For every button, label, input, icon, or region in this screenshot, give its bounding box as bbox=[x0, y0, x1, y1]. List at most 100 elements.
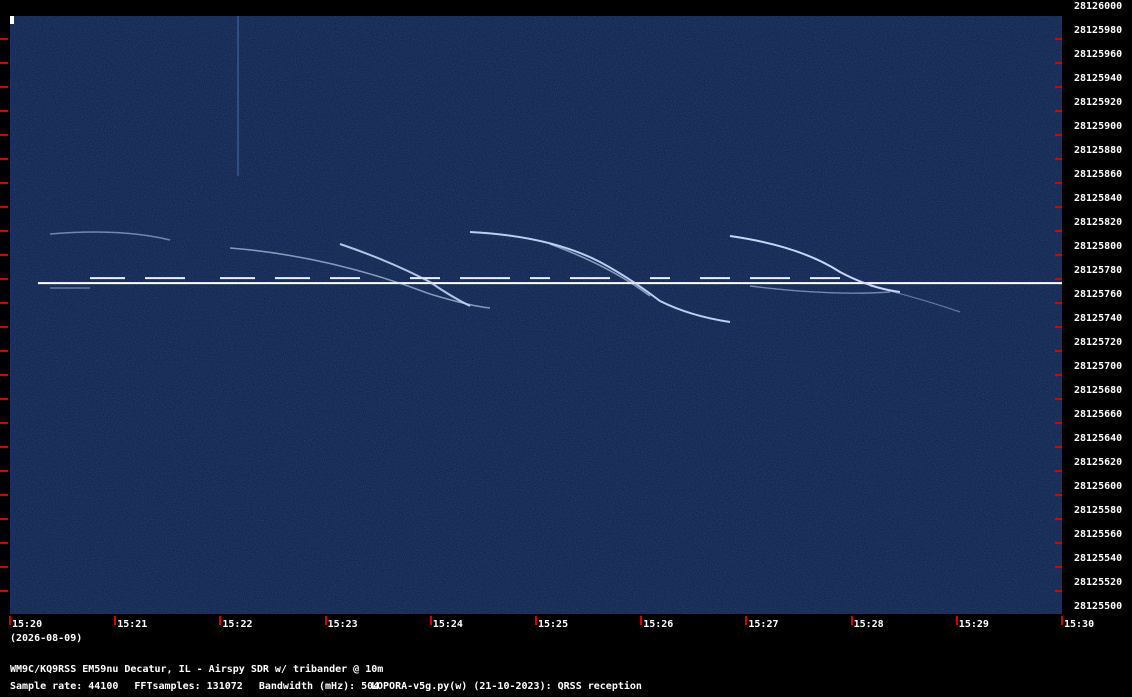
time-tick-label: 15:26 bbox=[643, 619, 674, 630]
time-tick-label: 15:29 bbox=[958, 619, 989, 630]
freq-tick-right bbox=[1055, 230, 1062, 232]
freq-tick-left bbox=[0, 566, 8, 568]
freq-tick-left bbox=[0, 254, 8, 256]
time-tick-label: 15:25 bbox=[538, 619, 569, 630]
freq-tick-left bbox=[0, 206, 8, 208]
freq-tick-left bbox=[0, 446, 8, 448]
freq-tick-right bbox=[1055, 38, 1062, 40]
freq-tick-left bbox=[0, 374, 8, 376]
time-tick bbox=[324, 616, 327, 625]
freq-tick-label: 28125540 bbox=[1074, 553, 1123, 564]
time-tick-label: 15:30 bbox=[1064, 619, 1095, 630]
freq-tick-label: 28125720 bbox=[1074, 337, 1123, 348]
freq-tick-label: 28125740 bbox=[1074, 313, 1123, 324]
time-tick bbox=[745, 616, 748, 625]
freq-tick-right bbox=[1055, 374, 1062, 376]
freq-tick-label: 28125660 bbox=[1074, 409, 1123, 420]
freq-tick-left bbox=[0, 182, 8, 184]
freq-tick-label: 28125760 bbox=[1074, 289, 1123, 300]
fft-samples: FFTsamples: 131072 bbox=[134, 681, 243, 692]
freq-tick-label: 28125920 bbox=[1074, 97, 1123, 108]
freq-tick-right bbox=[1055, 422, 1062, 424]
corner-marker bbox=[10, 16, 14, 24]
freq-tick-label: 28125600 bbox=[1074, 481, 1123, 492]
date-label: (2026-08-09) bbox=[10, 633, 83, 644]
freq-tick-right bbox=[1055, 278, 1062, 280]
freq-tick-label: 28125900 bbox=[1074, 121, 1123, 132]
time-tick bbox=[535, 616, 537, 625]
freq-tick-left bbox=[0, 302, 8, 304]
freq-tick-right bbox=[1055, 446, 1062, 448]
receiver-settings: Sample rate: 44100 FFTsamples: 131072 Ba… bbox=[10, 681, 642, 692]
freq-tick-label: 28125680 bbox=[1074, 385, 1123, 396]
freq-tick-label: 28125980 bbox=[1074, 25, 1123, 36]
freq-tick-label: 28125500 bbox=[1074, 601, 1123, 612]
freq-tick-left bbox=[0, 326, 8, 328]
freq-tick-right bbox=[1055, 518, 1062, 520]
freq-tick-right bbox=[1055, 590, 1062, 592]
freq-tick-right bbox=[1055, 134, 1062, 136]
freq-tick-left bbox=[0, 278, 8, 280]
freq-tick-right bbox=[1055, 566, 1062, 568]
freq-tick-label: 28125780 bbox=[1074, 265, 1123, 276]
time-tick-label: 15:23 bbox=[327, 619, 358, 630]
time-tick-label: 15:20 bbox=[12, 619, 43, 630]
freq-tick-label: 28125560 bbox=[1074, 529, 1123, 540]
noise-texture bbox=[10, 16, 1062, 614]
freq-tick-left bbox=[0, 230, 8, 232]
time-tick-label: 15:27 bbox=[748, 619, 779, 630]
freq-tick-right bbox=[1055, 182, 1062, 184]
freq-tick-right bbox=[1055, 86, 1062, 88]
freq-tick-left bbox=[0, 62, 8, 64]
freq-tick-label: 28125940 bbox=[1074, 73, 1123, 84]
freq-tick-label: 28125880 bbox=[1074, 145, 1123, 156]
time-tick bbox=[1061, 616, 1063, 625]
freq-tick-left bbox=[0, 590, 8, 592]
freq-tick-label: 28125520 bbox=[1074, 577, 1123, 588]
freq-tick-label: 28125580 bbox=[1074, 505, 1123, 516]
station-info: WM9C/KQ9RSS EM59nu Decatur, IL - Airspy … bbox=[10, 664, 384, 675]
freq-tick-left bbox=[0, 422, 8, 424]
time-tick bbox=[219, 616, 222, 625]
freq-tick-label: 28125620 bbox=[1074, 457, 1123, 468]
spectrogram-plot bbox=[10, 16, 1062, 614]
freq-tick-right bbox=[1055, 350, 1062, 352]
freq-tick-left bbox=[0, 398, 8, 400]
waterfall-spectrogram bbox=[10, 16, 1062, 614]
freq-tick-right bbox=[1055, 542, 1062, 544]
freq-tick-right bbox=[1055, 494, 1062, 496]
freq-tick-right bbox=[1055, 110, 1062, 112]
freq-tick-right bbox=[1055, 254, 1062, 256]
time-tick-label: 15:22 bbox=[222, 619, 253, 630]
time-tick bbox=[9, 616, 11, 625]
freq-tick-label: 28126000 bbox=[1074, 1, 1123, 12]
freq-tick-right bbox=[1055, 326, 1062, 328]
freq-tick-right bbox=[1055, 470, 1062, 472]
freq-tick-label: 28125640 bbox=[1074, 433, 1123, 444]
freq-tick-left bbox=[0, 518, 8, 520]
sample-rate: Sample rate: 44100 bbox=[10, 681, 119, 692]
time-tick bbox=[850, 616, 853, 625]
time-tick bbox=[955, 616, 958, 625]
freq-tick-left bbox=[0, 134, 8, 136]
time-tick-label: 15:21 bbox=[117, 619, 148, 630]
freq-tick-left bbox=[0, 494, 8, 496]
freq-tick-left bbox=[0, 158, 8, 160]
freq-tick-label: 28125800 bbox=[1074, 241, 1123, 252]
time-tick bbox=[640, 616, 643, 625]
freq-tick-left bbox=[0, 86, 8, 88]
software-version: LOPORA-v5g.py(w) (21-10-2023): QRSS rece… bbox=[371, 681, 642, 692]
freq-tick-left bbox=[0, 350, 8, 352]
freq-tick-right bbox=[1055, 158, 1062, 160]
freq-tick-left bbox=[0, 542, 8, 544]
freq-tick-left bbox=[0, 110, 8, 112]
freq-tick-left bbox=[0, 38, 8, 40]
freq-tick-right bbox=[1055, 302, 1062, 304]
freq-tick-label: 28125860 bbox=[1074, 169, 1123, 180]
time-tick-label: 15:28 bbox=[853, 619, 884, 630]
time-axis: 15:20 15:21 15:22 15:23 15:24 15:25 15:26 15:27… bbox=[0, 614, 1132, 644]
time-tick bbox=[429, 616, 432, 625]
freq-tick-label: 28125820 bbox=[1074, 217, 1123, 228]
freq-tick-label: 28125840 bbox=[1074, 193, 1123, 204]
freq-tick-right bbox=[1055, 206, 1062, 208]
